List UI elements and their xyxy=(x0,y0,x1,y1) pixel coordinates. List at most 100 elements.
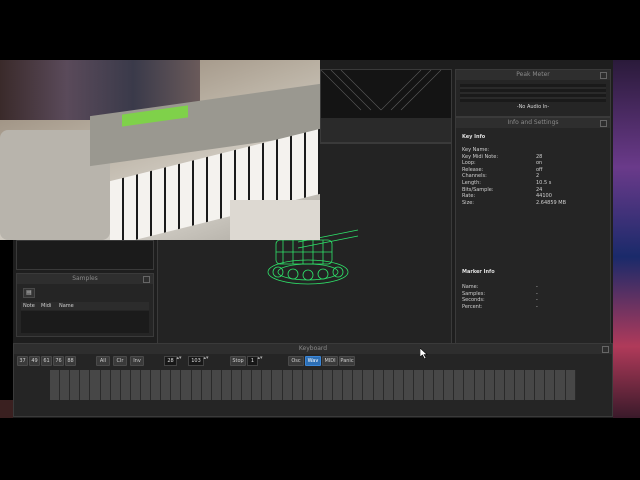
mode-wav-button[interactable]: Wav xyxy=(305,356,321,366)
piano-key[interactable] xyxy=(504,370,516,400)
note-stepper-icon[interactable]: ▴▾ xyxy=(176,356,182,364)
select-clr-button[interactable]: Clr xyxy=(113,356,127,366)
select-inv-button[interactable]: Inv xyxy=(130,356,144,366)
keyboard-title: Keyboard xyxy=(14,344,612,354)
piano-key[interactable] xyxy=(535,370,546,400)
panel-close-icon[interactable] xyxy=(600,120,607,127)
mode-osc-button[interactable]: Osc xyxy=(288,356,304,366)
piano-key[interactable] xyxy=(515,370,526,400)
piano-key[interactable] xyxy=(373,370,384,400)
piano-key[interactable] xyxy=(424,370,435,400)
piano-key[interactable] xyxy=(221,370,232,400)
piano-key[interactable] xyxy=(70,370,81,400)
piano-key[interactable] xyxy=(525,370,536,400)
upper-list-panel[interactable] xyxy=(16,240,154,270)
key-info-label: Bits/Sample: xyxy=(462,186,494,193)
key-info-label: Size: xyxy=(462,199,474,206)
piano-keyboard[interactable] xyxy=(50,370,576,400)
key-count-button-61[interactable]: 61 xyxy=(41,356,52,366)
peak-meter-status: -No Audio In- xyxy=(516,104,550,110)
piano-key[interactable] xyxy=(120,370,131,400)
piano-key[interactable] xyxy=(151,370,162,400)
piano-key[interactable] xyxy=(80,370,91,400)
piano-key[interactable] xyxy=(50,370,61,400)
piano-key[interactable] xyxy=(161,370,172,400)
column-header-note[interactable]: Note xyxy=(23,303,35,309)
piano-key[interactable] xyxy=(262,370,273,400)
marker-info-label: Samples: xyxy=(462,290,486,297)
piano-key[interactable] xyxy=(312,370,323,400)
piano-key[interactable] xyxy=(333,370,344,400)
piano-key[interactable] xyxy=(201,370,212,400)
piano-key[interactable] xyxy=(545,370,556,400)
piano-key[interactable] xyxy=(464,370,475,400)
piano-key[interactable] xyxy=(282,370,293,400)
piano-key[interactable] xyxy=(110,370,121,400)
piano-key[interactable] xyxy=(140,370,152,400)
key-info-value: 44100 xyxy=(536,193,552,200)
piano-key[interactable] xyxy=(231,370,243,400)
piano-key[interactable] xyxy=(211,370,222,400)
mixer-device-image xyxy=(230,200,320,240)
key-info-value: 10.5 s xyxy=(536,180,552,186)
waveform-lines xyxy=(320,69,451,142)
piano-key[interactable] xyxy=(363,370,374,400)
piano-key[interactable] xyxy=(272,370,283,400)
piano-key[interactable] xyxy=(322,370,334,400)
piano-key[interactable] xyxy=(302,370,313,400)
add-sample-icon[interactable]: ▤ xyxy=(23,288,35,298)
mode-panic-button[interactable]: Panic xyxy=(339,356,355,366)
piano-key[interactable] xyxy=(252,370,263,400)
piano-key[interactable] xyxy=(100,370,111,400)
key-info-heading: Key Info xyxy=(462,134,486,140)
key-info-value: off xyxy=(536,166,543,173)
piano-key[interactable] xyxy=(90,370,101,400)
piano-key[interactable] xyxy=(191,370,202,400)
marker-info-label: Percent: xyxy=(462,303,483,310)
piano-key[interactable] xyxy=(292,370,303,400)
select-all-button[interactable]: All xyxy=(96,356,110,366)
samples-table-body[interactable] xyxy=(21,311,149,333)
piano-key[interactable] xyxy=(403,370,414,400)
column-header-name[interactable]: Name xyxy=(59,303,74,309)
piano-key[interactable] xyxy=(565,370,576,400)
panel-close-icon[interactable] xyxy=(602,346,609,353)
key-info-value: 24 xyxy=(536,186,543,193)
samples-title: Samples xyxy=(17,274,153,284)
piano-key[interactable] xyxy=(171,370,182,400)
background-desktop-edge xyxy=(0,400,14,418)
piano-key[interactable] xyxy=(383,370,394,400)
marker-info-label: Seconds: xyxy=(462,297,485,304)
piano-key[interactable] xyxy=(353,370,364,400)
stop-stepper-icon[interactable]: ▴▾ xyxy=(257,356,263,364)
key-info-value: 2.64859 MB xyxy=(536,199,567,206)
key-count-button-49[interactable]: 49 xyxy=(29,356,40,366)
velocity-spinbox[interactable]: 103 xyxy=(188,356,204,366)
info-settings-title: Info and Settings xyxy=(456,118,610,128)
mode-midi-button[interactable]: MIDI xyxy=(322,356,338,366)
piano-key[interactable] xyxy=(444,370,455,400)
stop-button[interactable]: Stop xyxy=(230,356,246,366)
piano-key[interactable] xyxy=(60,370,71,400)
piano-key[interactable] xyxy=(181,370,192,400)
piano-key[interactable] xyxy=(413,370,425,400)
key-count-button-88[interactable]: 88 xyxy=(65,356,76,366)
samples-table-header: Note Midi Name xyxy=(21,302,149,310)
piano-key[interactable] xyxy=(434,370,445,400)
piano-key[interactable] xyxy=(454,370,465,400)
key-count-button-37[interactable]: 37 xyxy=(17,356,28,366)
piano-key[interactable] xyxy=(474,370,485,400)
piano-key[interactable] xyxy=(393,370,404,400)
key-count-button-76[interactable]: 76 xyxy=(53,356,64,366)
panel-close-icon[interactable] xyxy=(143,276,150,283)
piano-key[interactable] xyxy=(343,370,354,400)
velocity-stepper-icon[interactable]: ▴▾ xyxy=(203,356,209,364)
column-header-midi[interactable]: Midi xyxy=(41,303,51,309)
waveform-view[interactable] xyxy=(320,69,452,143)
piano-key[interactable] xyxy=(555,370,566,400)
piano-key[interactable] xyxy=(494,370,505,400)
piano-key[interactable] xyxy=(130,370,141,400)
panel-close-icon[interactable] xyxy=(600,72,607,79)
piano-key[interactable] xyxy=(242,370,253,400)
piano-key[interactable] xyxy=(484,370,495,400)
